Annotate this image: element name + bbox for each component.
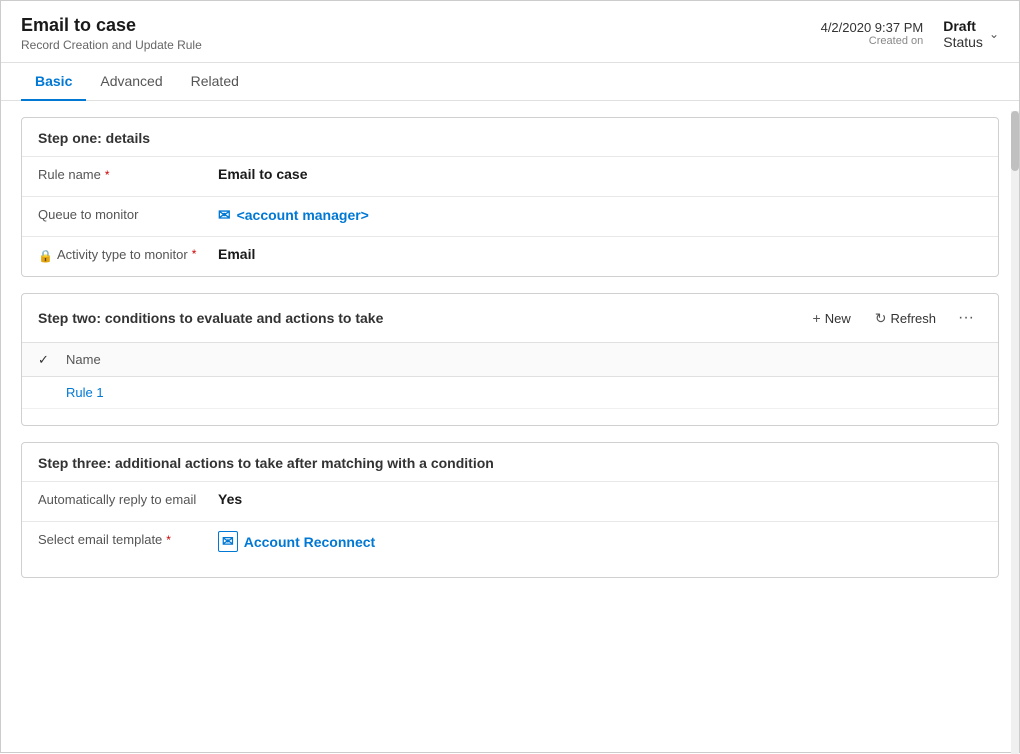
step-two-title: Step two: conditions to evaluate and act… <box>38 310 383 326</box>
lock-icon: 🔒 <box>38 249 53 263</box>
refresh-label: Refresh <box>890 311 936 326</box>
header-date: 4/2/2020 9:37 PM Created on <box>821 20 924 47</box>
queue-value[interactable]: ✉ <account manager> <box>218 205 982 224</box>
activity-label: 🔒 Activity type to monitor * <box>38 245 218 263</box>
activity-required: * <box>192 247 197 261</box>
plus-icon: + <box>813 310 821 326</box>
new-button[interactable]: + New <box>803 305 861 331</box>
refresh-icon: ↻ <box>875 310 887 327</box>
template-required: * <box>166 533 171 547</box>
field-row-activity: 🔒 Activity type to monitor * Email <box>22 236 998 276</box>
step-two-header: Step two: conditions to evaluate and act… <box>22 294 998 343</box>
status-info: Draft Status <box>943 18 983 50</box>
main-content: Step one: details Rule name * Email to c… <box>1 101 1019 734</box>
step-three-section: Step three: additional actions to take a… <box>21 442 999 578</box>
rule-name-label: Rule name * <box>38 165 218 182</box>
page-subtitle: Record Creation and Update Rule <box>21 38 202 52</box>
tab-related[interactable]: Related <box>177 63 253 101</box>
col-name-header: Name <box>66 352 101 367</box>
step-two-section: Step two: conditions to evaluate and act… <box>21 293 999 426</box>
field-row-queue: Queue to monitor ✉ <account manager> <box>22 196 998 236</box>
queue-label: Queue to monitor <box>38 205 218 222</box>
field-row-auto-reply: Automatically reply to email Yes <box>22 481 998 521</box>
auto-reply-label: Automatically reply to email <box>38 490 218 507</box>
step-two-actions: + New ↻ Refresh ··· <box>803 304 982 332</box>
rule-name-required: * <box>105 168 110 182</box>
header-right: 4/2/2020 9:37 PM Created on Draft Status… <box>821 18 999 50</box>
activity-value: Email <box>218 245 982 262</box>
header-status: Draft Status ⌄ <box>943 18 999 50</box>
table-header: ✓ Name <box>22 343 998 377</box>
queue-icon: ✉ <box>218 206 231 224</box>
template-label: Select email template * <box>38 530 218 547</box>
status-label: Status <box>943 34 983 50</box>
template-icon: ✉ <box>218 531 238 552</box>
page-title: Email to case <box>21 15 202 36</box>
check-col-header: ✓ <box>38 351 66 368</box>
step-three-bottom-spacer <box>22 561 998 577</box>
table-row[interactable]: Rule 1 <box>22 377 998 409</box>
auto-reply-value: Yes <box>218 490 982 507</box>
field-row-rule-name: Rule name * Email to case <box>22 156 998 196</box>
tab-advanced[interactable]: Advanced <box>86 63 176 101</box>
template-value[interactable]: ✉ Account Reconnect <box>218 530 982 552</box>
new-label: New <box>825 311 851 326</box>
field-row-template: Select email template * ✉ Account Reconn… <box>22 521 998 561</box>
rule-name-value: Email to case <box>218 165 982 182</box>
header-left: Email to case Record Creation and Update… <box>21 15 202 52</box>
status-chevron-icon[interactable]: ⌄ <box>989 27 999 41</box>
step-three-title: Step three: additional actions to take a… <box>22 443 998 481</box>
more-icon: ··· <box>958 309 974 326</box>
date-value: 4/2/2020 9:37 PM <box>821 20 924 35</box>
row-name-value[interactable]: Rule 1 <box>66 385 104 400</box>
scrollbar-track <box>1011 111 1019 754</box>
date-label: Created on <box>821 35 924 47</box>
check-icon: ✓ <box>38 352 49 367</box>
tab-bar: Basic Advanced Related <box>1 63 1019 101</box>
refresh-button[interactable]: ↻ Refresh <box>865 305 946 332</box>
step-one-section: Step one: details Rule name * Email to c… <box>21 117 999 277</box>
step-two-bottom-spacer <box>22 409 998 425</box>
more-options-button[interactable]: ··· <box>950 304 982 332</box>
scrollbar-thumb[interactable] <box>1011 111 1019 171</box>
tab-basic[interactable]: Basic <box>21 63 86 101</box>
step-one-title: Step one: details <box>22 118 998 156</box>
page-header: Email to case Record Creation and Update… <box>1 1 1019 63</box>
status-value: Draft <box>943 18 983 34</box>
